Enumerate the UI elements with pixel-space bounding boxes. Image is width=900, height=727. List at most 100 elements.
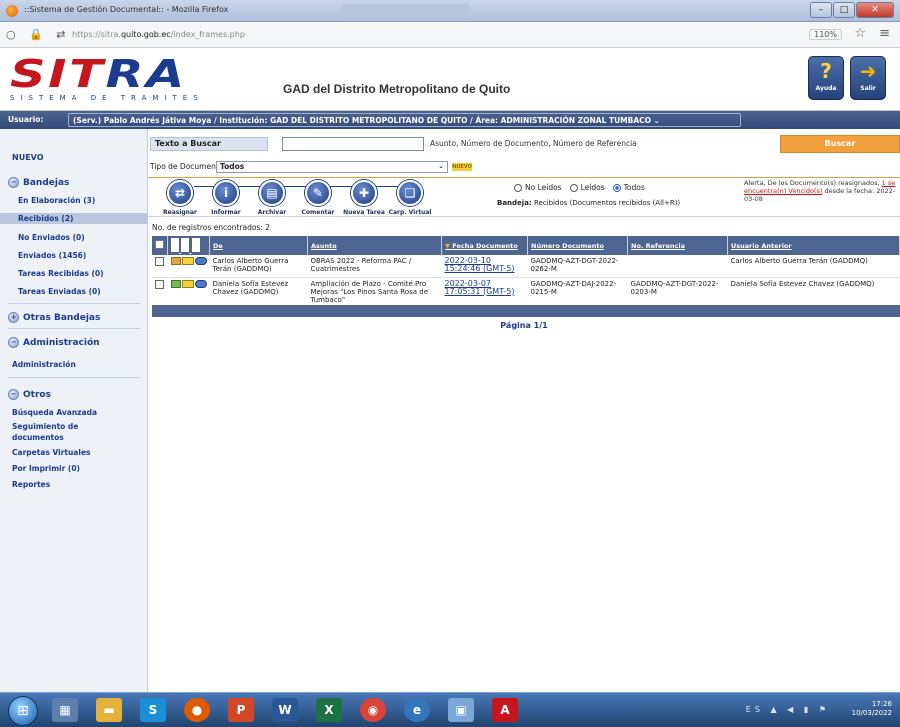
document-read-icon <box>170 279 181 288</box>
column-de[interactable]: De <box>209 236 308 255</box>
select-all-checkbox[interactable] <box>155 240 164 249</box>
titlebar-blurred-area <box>340 4 470 17</box>
browser-menu-icon[interactable]: ≡ <box>879 26 890 41</box>
bookmark-star-icon[interactable]: ☆ <box>854 26 866 41</box>
system-tray-icons[interactable]: ES ▲ ◀ ▮ ⚑ <box>746 705 830 714</box>
main-content: Texto a Buscar Asunto, Número de Documen… <box>148 129 900 692</box>
column-usuario-anterior[interactable]: Usuario Anterior <box>727 236 900 255</box>
sidebar-divider <box>8 328 140 329</box>
file-explorer-icon[interactable]: ▬ <box>96 698 122 722</box>
radio-todos[interactable] <box>612 183 621 192</box>
skype-icon[interactable]: S <box>140 698 166 722</box>
attachment-icon <box>194 279 207 288</box>
comment-button[interactable]: ✎ Comentar <box>294 180 342 216</box>
search-button[interactable]: Buscar <box>780 135 900 153</box>
sidebar-item-tareas-enviadas[interactable]: Tareas Enviadas (0) <box>0 286 147 297</box>
table-row[interactable]: Daniela Sofía Estevez Chavez (GADDMQ) Am… <box>152 277 900 307</box>
page-info-icons[interactable]: ○ 🔒 ⇄ <box>6 28 71 41</box>
sort-icon: ▼ <box>445 241 450 250</box>
new-badge: NUEVO <box>452 163 472 171</box>
acrobat-icon[interactable]: A <box>492 698 518 722</box>
windows-taskbar: ⊞ ▦ ▬ S ● P W X ◉ e ▣ A ES ▲ ◀ ▮ ⚑ 17:26… <box>0 692 900 727</box>
row-fecha[interactable]: 2022-03-07 17:05:31 (GMT-5) <box>441 277 528 307</box>
firefox-taskbar-icon[interactable]: ● <box>184 698 210 722</box>
sidebar-item-carpetas-virtuales[interactable]: Carpetas Virtuales <box>0 447 147 458</box>
mail-icon <box>181 257 194 265</box>
sidebar-item-seguimiento[interactable]: Seguimiento de documentos <box>0 421 110 443</box>
row-asunto[interactable]: Ampliación de Plazo - Comité Pro Mejoras… <box>307 277 442 307</box>
row-usuario-anterior: Daniela Sofía Estevez Chavez (GADDMQ) <box>727 277 900 307</box>
row-checkbox[interactable] <box>155 257 164 266</box>
new-document-link[interactable]: NUEVO <box>12 153 44 162</box>
sidebar-item-no-enviados[interactable]: No Enviados (0) <box>0 232 147 243</box>
radio-leidos[interactable] <box>569 183 578 192</box>
document-type-label: Tipo de Documento: <box>150 162 226 171</box>
new-task-button[interactable]: ✚ Nueva Tarea <box>340 180 388 216</box>
maximize-button[interactable]: □ <box>833 2 855 18</box>
word-icon[interactable]: W <box>272 698 298 722</box>
excel-icon[interactable]: X <box>316 698 342 722</box>
zoom-level[interactable]: 110% <box>809 29 842 40</box>
column-numero[interactable]: Número Documento <box>527 236 628 255</box>
clock[interactable]: 17:26 10/03/2022 <box>852 700 892 718</box>
sidebar-item-enviados[interactable]: Enviados (1456) <box>0 250 147 261</box>
document-icon <box>170 257 181 265</box>
archive-icon: ▤ <box>259 180 285 206</box>
chrome-icon[interactable]: ◉ <box>360 698 386 722</box>
radio-no-leidos[interactable] <box>514 183 522 192</box>
row-asunto[interactable]: OBRAS 2022 - Reforma PAC / Cuatrimestres <box>307 255 442 278</box>
firefox-icon <box>6 5 18 17</box>
minimize-button[interactable]: – <box>810 2 832 18</box>
row-fecha[interactable]: 2022-03-10 15:24:46 (GMT-5) <box>441 255 528 278</box>
bandejas-section[interactable]: − Bandejas <box>8 177 69 188</box>
internet-explorer-icon[interactable]: e <box>404 698 430 722</box>
sidebar-item-reportes[interactable]: Reportes <box>0 479 147 490</box>
sidebar-item-recibidos[interactable]: Recibidos (2) <box>0 213 147 224</box>
app-header: SITRA SISTEMA DE TRAMITES GAD del Distri… <box>0 48 900 111</box>
sidebar-divider <box>8 377 140 378</box>
table-row[interactable]: Carlos Alberto Guerra Terán (GADDMQ) OBR… <box>152 255 900 278</box>
row-numero[interactable]: GADDMQ-AZT-DGT-2022-0262-M <box>527 255 628 278</box>
exit-button[interactable]: ➜ Salir <box>850 56 886 100</box>
row-numero[interactable]: GADDMQ-AZT-DAJ-2022-0215-M <box>527 277 628 307</box>
sidebar-item-en-elaboracion[interactable]: En Elaboración (3) <box>0 195 147 206</box>
otros-section[interactable]: − Otros <box>8 389 51 400</box>
virtual-folder-button[interactable]: ❏ Carp. Virtual <box>386 180 434 216</box>
row-checkbox[interactable] <box>155 279 164 289</box>
document-type-select[interactable]: Todos ⌄ <box>216 161 448 173</box>
icons-header <box>167 236 210 255</box>
url-field[interactable]: https://sitra.quito.gob.ec/index_frames.… <box>72 30 245 39</box>
network-app-icon[interactable]: ▣ <box>448 698 474 722</box>
help-icon: ? <box>820 59 832 83</box>
start-button[interactable]: ⊞ <box>8 696 38 726</box>
browser-title-bar: ::Sistema de Gestión Documental:: - Mozi… <box>0 0 900 22</box>
sidebar: NUEVO − Bandejas En Elaboración (3) Reci… <box>0 129 148 692</box>
sidebar-item-busqueda-avanzada[interactable]: Búsqueda Avanzada <box>0 407 147 418</box>
inform-button[interactable]: i Informar <box>202 180 250 216</box>
reassign-button[interactable]: ⇄ Reasignar <box>156 180 204 216</box>
organization-name: GAD del Distrito Metropolitano de Quito <box>283 82 511 96</box>
expand-icon: + <box>8 312 19 323</box>
column-referencia[interactable]: No. Referencia <box>627 236 728 255</box>
close-window-button[interactable]: ✕ <box>856 2 894 18</box>
otras-bandejas-section[interactable]: + Otras Bandejas <box>8 312 100 323</box>
archive-button[interactable]: ▤ Archivar <box>248 180 296 216</box>
sidebar-item-tareas-recibidas[interactable]: Tareas Recibidas (0) <box>0 268 147 279</box>
records-count: No. de registros encontrados: 2 <box>152 223 271 232</box>
column-fecha[interactable]: ▼ Fecha Documento <box>441 236 528 255</box>
administracion-section[interactable]: − Administración <box>8 337 100 348</box>
pagination: Página 1/1 <box>500 321 548 330</box>
column-asunto[interactable]: Asunto <box>307 236 442 255</box>
exit-icon: ➜ <box>859 59 877 83</box>
help-button[interactable]: ? Ayuda <box>808 56 844 100</box>
search-input[interactable] <box>282 137 424 151</box>
powerpoint-icon[interactable]: P <box>228 698 254 722</box>
select-all-header[interactable] <box>152 236 168 255</box>
taskbar-app-icon[interactable]: ▦ <box>52 698 78 722</box>
sidebar-item-administracion[interactable]: Administración <box>0 359 147 370</box>
search-label: Texto a Buscar <box>150 137 268 151</box>
table-footer-bar <box>152 305 900 317</box>
row-usuario-anterior: Carlos Alberto Guerra Terán (GADDMQ) <box>727 255 900 278</box>
user-select[interactable]: (Serv.) Pablo Andrés Játiva Moya / Insti… <box>68 113 741 127</box>
sidebar-item-por-imprimir[interactable]: Por Imprimir (0) <box>0 463 147 474</box>
